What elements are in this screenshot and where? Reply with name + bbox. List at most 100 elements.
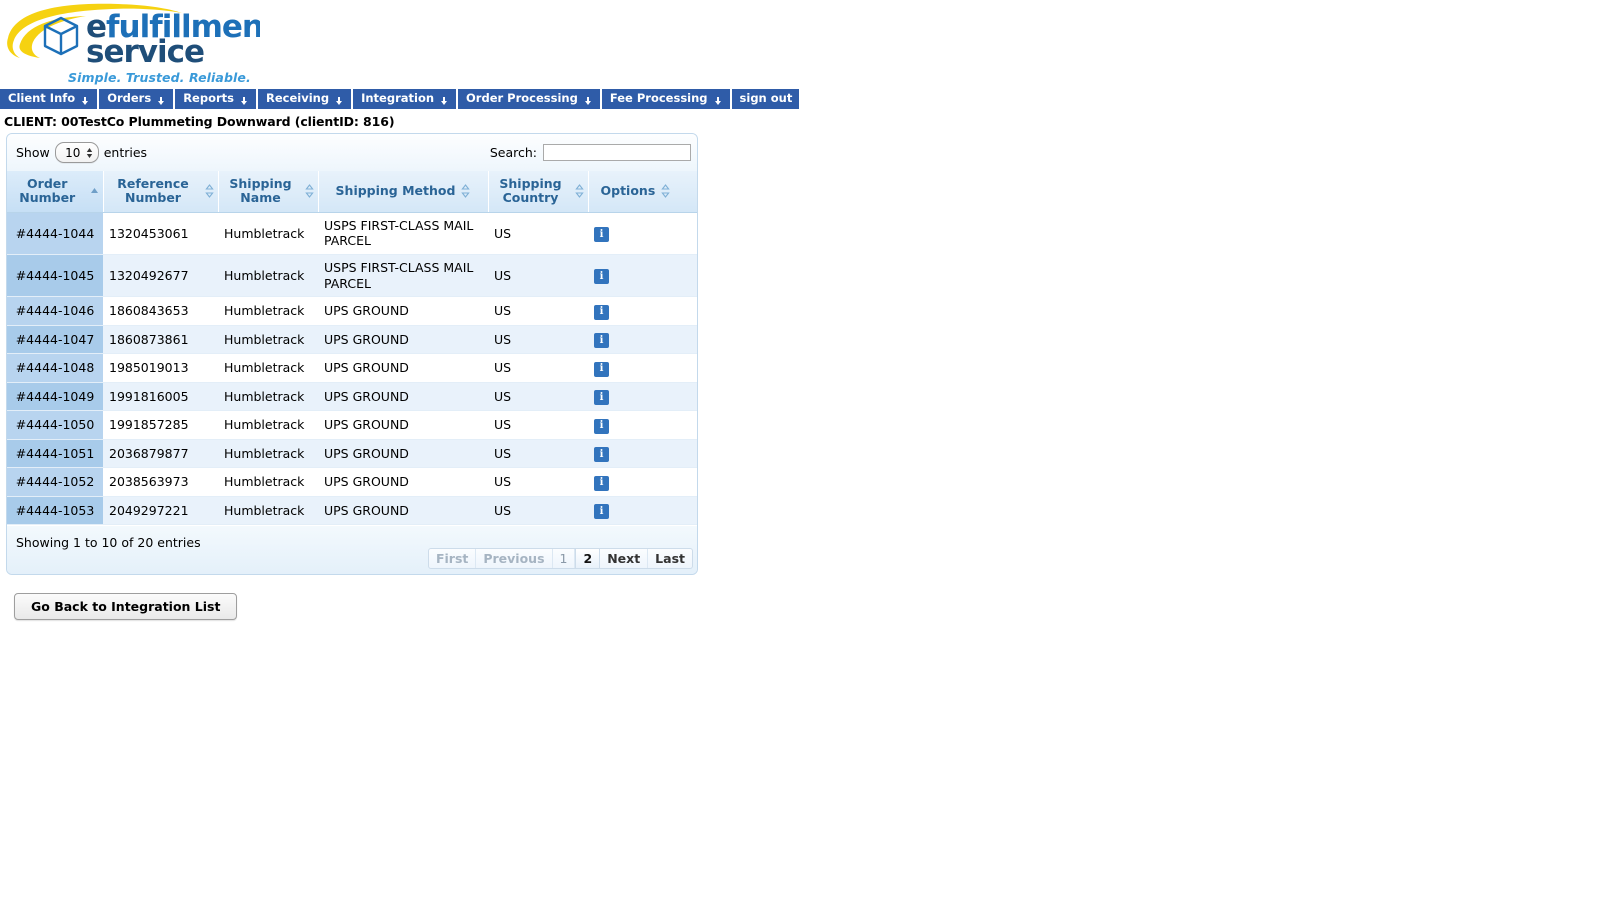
table-row[interactable]: #4444-1052 2038563973 Humbletrack UPS GROUN…	[7, 467, 697, 497]
sort-none-icon	[204, 184, 214, 199]
cell-shipping-method: USPS FIRST-CLASS MAIL PARCEL	[318, 254, 488, 298]
pagination-button-last[interactable]: Last	[648, 549, 692, 568]
nav-item-label: Order Processing	[466, 91, 578, 106]
table-row[interactable]: #4444-1051 2036879877 Humbletrack UPS GROUN…	[7, 439, 697, 469]
cell-shipping-country: US	[488, 439, 588, 469]
column-header-label: Shipping Name	[229, 176, 292, 206]
cell-shipping-name: Humbletrack	[218, 296, 318, 326]
nav-item-label: Receiving	[266, 91, 330, 106]
table-row[interactable]: #4444-1049 1991816005 Humbletrack UPS GROUN…	[7, 382, 697, 412]
pagination-button-previous: Previous	[476, 549, 553, 569]
table-row[interactable]: #4444-1046 1860843653 Humbletrack UPS GROUN…	[7, 296, 697, 326]
pagination-button-next[interactable]: Next	[600, 549, 649, 569]
column-header-shipping-country[interactable]: Shipping Country	[488, 171, 589, 213]
cell-options: i	[588, 496, 697, 526]
table-row[interactable]: #4444-1048 1985019013 Humbletrack UPS GROUN…	[7, 353, 697, 383]
nav-item-sign-out[interactable]: sign out	[731, 89, 802, 109]
chevron-down-icon	[440, 96, 449, 106]
table-row[interactable]: #4444-1045 1320492677 Humbletrack USPS FIRS…	[7, 254, 697, 298]
cell-shipping-country: US	[488, 467, 588, 497]
pagination-button-first: First	[429, 549, 477, 569]
efulfillment-service-logo[interactable]: efulfillment service Simple. Trusted. Re…	[0, 0, 260, 88]
cell-options: i	[588, 254, 697, 298]
nav-item-label: Integration	[361, 91, 435, 106]
stepper-arrows-icon	[86, 147, 93, 159]
info-icon[interactable]: i	[594, 227, 609, 243]
info-icon[interactable]: i	[594, 447, 609, 463]
orders-datatable-panel: Show 10 entries Search: Order Number Ref…	[6, 133, 698, 576]
table-row[interactable]: #4444-1053 2049297221 Humbletrack UPS GROUN…	[7, 496, 697, 526]
nav-item-integration[interactable]: Integration	[353, 89, 459, 109]
column-header-label: Shipping Method	[335, 183, 456, 199]
go-back-to-integration-list-button[interactable]: Go Back to Integration List	[14, 593, 238, 621]
nav-item-receiving[interactable]: Receiving	[258, 89, 354, 109]
datatable-controls: Show 10 entries Search:	[7, 134, 697, 171]
cell-order-number: #4444-1049	[7, 382, 103, 412]
chevron-down-icon	[335, 96, 344, 106]
nav-item-fee-processing[interactable]: Fee Processing	[601, 89, 732, 109]
cell-options: i	[588, 439, 697, 469]
table-header-row: Order Number Reference Number Shipping N…	[7, 171, 697, 213]
info-icon[interactable]: i	[594, 418, 609, 434]
cell-order-number: #4444-1046	[7, 296, 103, 326]
orders-table-body: #4444-1044 1320453061 Humbletrack USPS FIRS…	[7, 212, 697, 526]
main-navigation[interactable]: Client Info Orders Reports Receiving Int…	[0, 88, 802, 109]
table-row[interactable]: #4444-1047 1860873861 Humbletrack UPS GROUN…	[7, 325, 697, 355]
cell-order-number: #4444-1053	[7, 496, 103, 526]
pagination-button-2[interactable]: 2	[575, 549, 601, 569]
nav-item-orders[interactable]: Orders	[99, 89, 176, 109]
column-header-label: Shipping Country	[499, 176, 562, 206]
cell-order-number: #4444-1050	[7, 410, 103, 440]
cell-order-number: #4444-1045	[7, 254, 103, 298]
cell-shipping-method: UPS GROUND	[318, 439, 488, 469]
cell-order-number: #4444-1051	[7, 439, 103, 469]
cell-reference-number: 1991857285	[103, 410, 218, 440]
cell-shipping-method: UPS GROUND	[318, 410, 488, 440]
search-input[interactable]	[543, 144, 691, 161]
cell-order-number: #4444-1048	[7, 353, 103, 383]
cell-order-number: #4444-1044	[7, 212, 103, 256]
info-icon[interactable]: i	[594, 475, 609, 491]
nav-item-client-info[interactable]: Client Info	[0, 89, 100, 109]
page-length-control: Show 10 entries	[16, 142, 147, 163]
cell-options: i	[588, 410, 697, 440]
info-icon[interactable]: i	[594, 333, 609, 349]
cell-shipping-name: Humbletrack	[218, 467, 318, 497]
info-icon[interactable]: i	[594, 504, 609, 520]
back-button-label: Go Back to Integration List	[31, 599, 221, 615]
column-header-shipping-name[interactable]: Shipping Name	[218, 171, 319, 213]
page-length-select[interactable]: 10	[54, 142, 99, 163]
table-row[interactable]: #4444-1050 1991857285 Humbletrack UPS GROUN…	[7, 410, 697, 440]
column-header-order-number[interactable]: Order Number	[7, 171, 104, 213]
show-entries-suffix: entries	[103, 145, 148, 160]
column-header-shipping-method[interactable]: Shipping Method	[318, 171, 489, 213]
cell-shipping-method: UPS GROUND	[318, 496, 488, 526]
cell-reference-number: 1860843653	[103, 296, 218, 326]
cell-shipping-name: Humbletrack	[218, 254, 318, 298]
column-header-options[interactable]: Options	[588, 171, 697, 213]
nav-item-label: sign out	[739, 91, 793, 106]
info-icon[interactable]: i	[594, 390, 609, 406]
cell-shipping-country: US	[488, 410, 588, 440]
cell-shipping-name: Humbletrack	[218, 496, 318, 526]
cell-reference-number: 1985019013	[103, 353, 218, 383]
nav-item-reports[interactable]: Reports	[175, 89, 258, 109]
cell-reference-number: 2036879877	[103, 439, 218, 469]
show-entries-prefix: Show	[16, 145, 50, 160]
pagination-controls[interactable]: First Previous 1 2 Next Last	[427, 548, 693, 570]
sort-ascending-icon	[90, 185, 99, 197]
column-header-reference-number[interactable]: Reference Number	[103, 171, 219, 213]
chevron-down-icon	[157, 96, 166, 106]
info-icon[interactable]: i	[594, 304, 609, 320]
cell-reference-number: 1320453061	[103, 212, 218, 256]
chevron-down-icon	[240, 96, 249, 106]
sort-none-icon	[304, 184, 314, 199]
pagination-button-1[interactable]: 1	[553, 549, 576, 569]
nav-item-order-processing[interactable]: Order Processing	[458, 89, 602, 109]
info-icon[interactable]: i	[594, 269, 609, 285]
sort-none-icon	[461, 184, 471, 199]
cell-options: i	[588, 353, 697, 383]
table-row[interactable]: #4444-1044 1320453061 Humbletrack USPS FIRS…	[7, 212, 697, 256]
info-icon[interactable]: i	[594, 361, 609, 377]
chevron-down-icon	[81, 96, 90, 106]
